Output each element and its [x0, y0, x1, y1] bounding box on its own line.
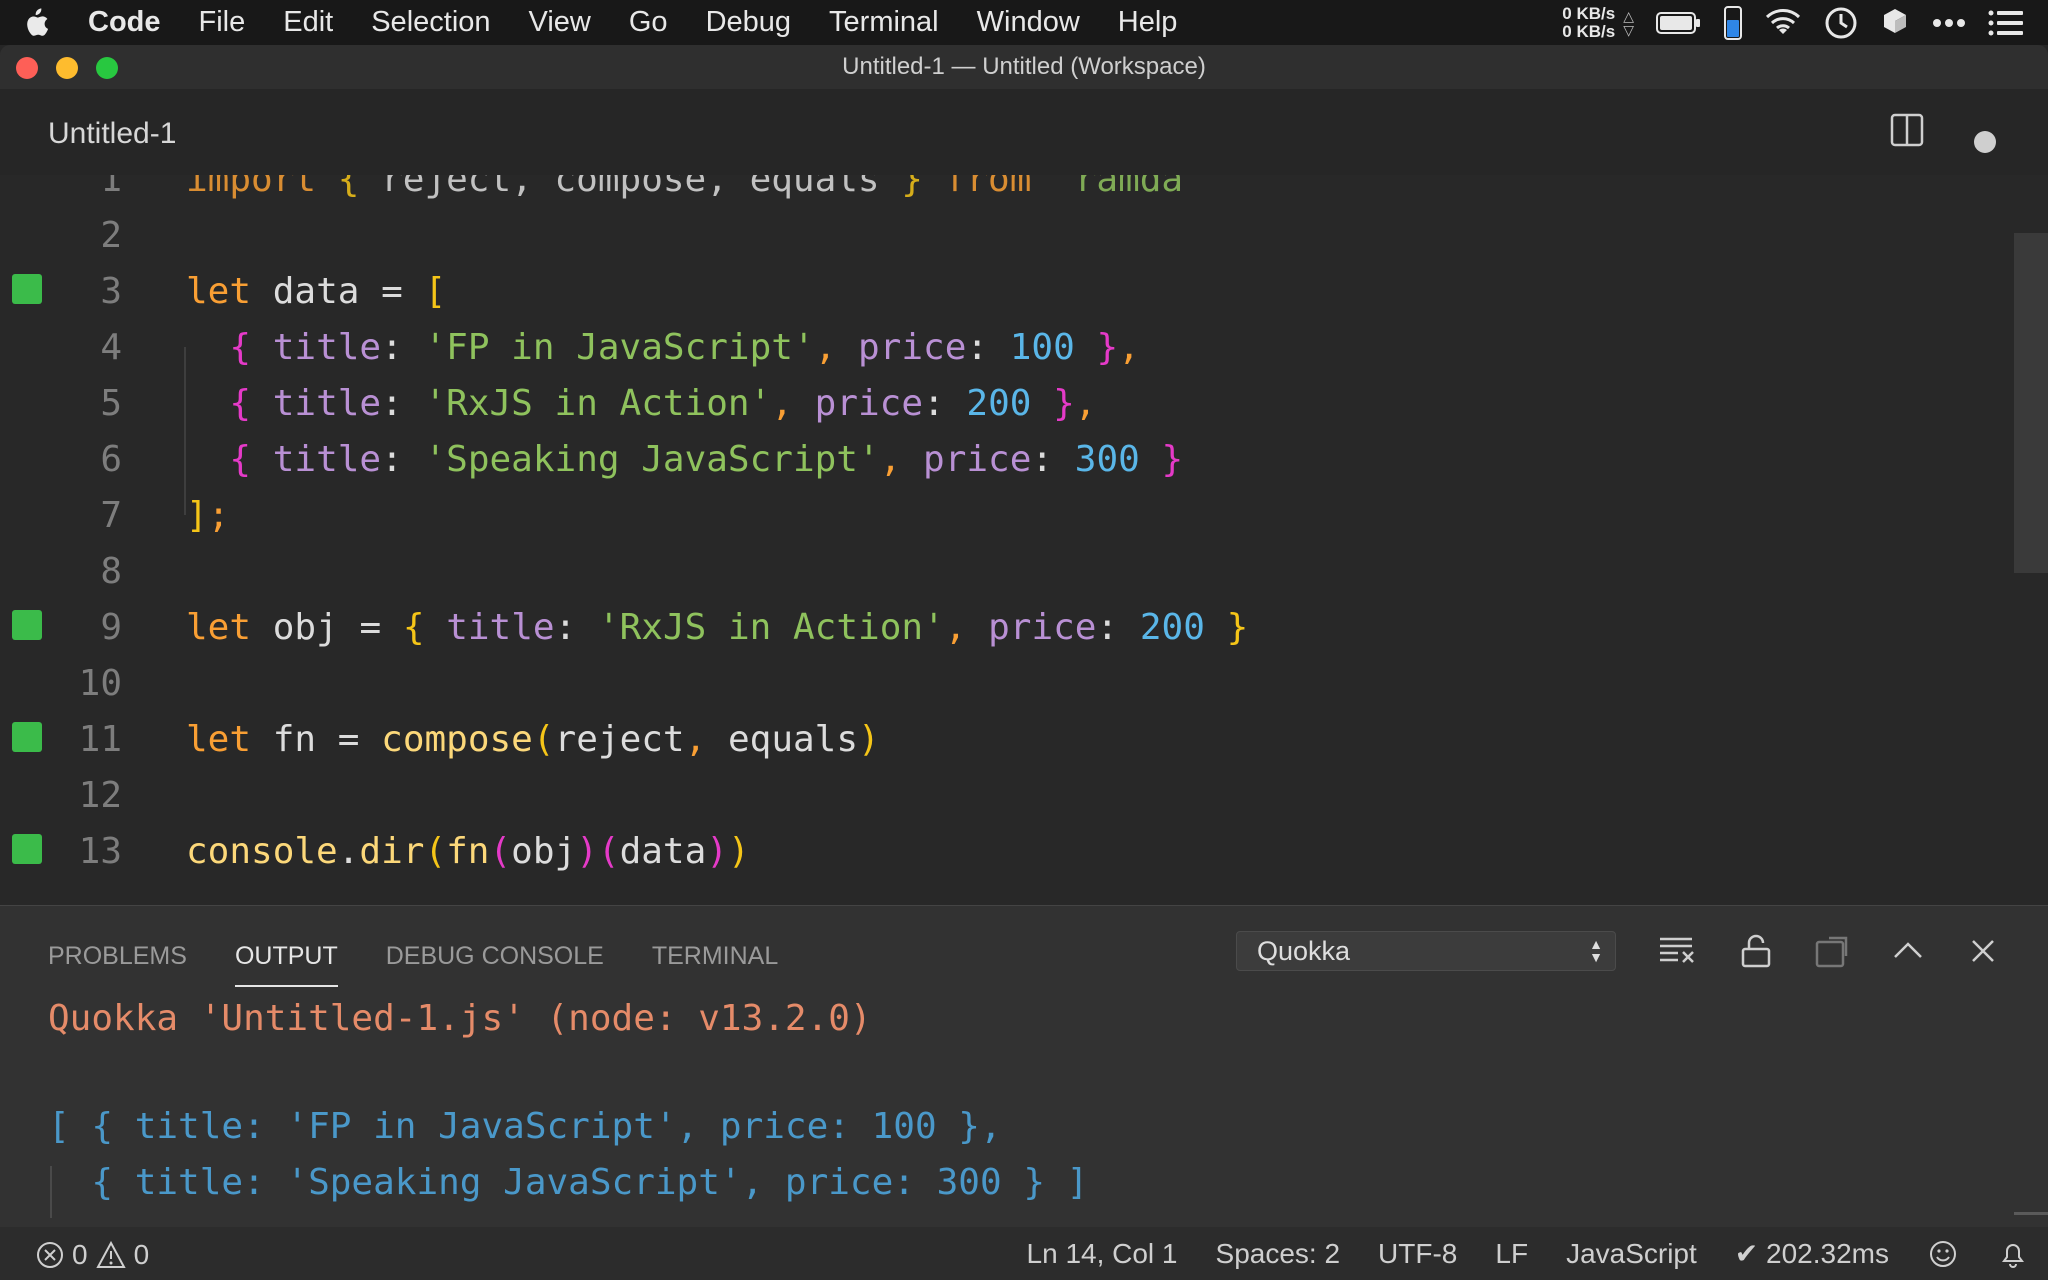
editor-tab-bar: Untitled-1: [0, 89, 2048, 176]
tab-problems[interactable]: PROBLEMS: [48, 942, 187, 987]
menu-window[interactable]: Window: [958, 6, 1099, 39]
error-count: 0: [72, 1239, 88, 1270]
code-line-10: 10: [78, 663, 122, 704]
error-icon: [37, 1242, 63, 1268]
warning-icon: [95, 1241, 126, 1268]
maximize-panel-icon[interactable]: [1892, 940, 1924, 960]
battery-icon[interactable]: [1656, 11, 1702, 35]
tab-debug-console[interactable]: DEBUG CONSOLE: [386, 942, 604, 987]
arrows-icon: △ ▽: [1623, 7, 1634, 38]
warning-count: 0: [133, 1239, 150, 1270]
quokka-output-header: Quokka 'Untitled-1.js' (node: v13.2.0): [48, 998, 872, 1039]
download-speed: 0 KB/s: [1562, 21, 1616, 41]
code-line-12: 12: [78, 775, 122, 816]
unsaved-dot-icon[interactable]: [1974, 131, 1996, 153]
menu-go[interactable]: Go: [610, 6, 687, 39]
git-added-marker[interactable]: [12, 834, 42, 864]
code-line-8: 8: [100, 551, 122, 592]
menu-view[interactable]: View: [510, 6, 610, 39]
encoding[interactable]: UTF-8: [1359, 1238, 1476, 1270]
git-added-marker[interactable]: [12, 610, 42, 640]
lock-scroll-icon[interactable]: [1740, 934, 1772, 968]
clear-output-icon[interactable]: [1658, 934, 1696, 964]
minimize-window-button[interactable]: [56, 57, 78, 79]
code-line-1: 1 import { reject, compose, equals } fro…: [100, 175, 1205, 200]
status-bar: 0 0 Ln 14, Col 1 Spaces: 2 UTF-8 LF Java…: [0, 1227, 2048, 1280]
quokka-timing[interactable]: ✔ 202.32ms: [1716, 1237, 1908, 1270]
output-channel-select[interactable]: Quokka ▲ ▼: [1236, 931, 1616, 971]
git-added-marker[interactable]: [12, 274, 42, 304]
code-line-7: 7 ];: [100, 495, 230, 536]
code-line-9: 9 let obj = { title: 'RxJS in Action', p…: [0, 595, 2000, 651]
quokka-output-line: { title: 'Speaking JavaScript', price: 3…: [48, 1162, 1089, 1203]
cursor-position[interactable]: Ln 14, Col 1: [1008, 1238, 1197, 1270]
notifications-bell-icon[interactable]: [1978, 1239, 2048, 1269]
network-speed[interactable]: 0 KB/s 0 KB/s: [1562, 3, 1616, 41]
close-window-button[interactable]: [16, 57, 38, 79]
code-editor[interactable]: 1 import { reject, compose, equals } fro…: [0, 175, 2048, 905]
code-line-13: 13 console.dir(fn(obj)(data)): [0, 819, 2000, 875]
wifi-icon[interactable]: [1764, 8, 1802, 38]
menu-help[interactable]: Help: [1099, 6, 1197, 39]
code-line-4: 4 { title: 'FP in JavaScript', price: 10…: [100, 327, 1140, 368]
menu-selection[interactable]: Selection: [352, 6, 509, 39]
problems-summary[interactable]: 0 0: [36, 1239, 149, 1271]
zoom-window-button[interactable]: [96, 57, 118, 79]
code-line-3: 3 let data = [: [0, 259, 2000, 315]
language-mode[interactable]: JavaScript: [1547, 1238, 1716, 1270]
close-panel-icon[interactable]: [1970, 938, 1996, 964]
menu-terminal[interactable]: Terminal: [810, 6, 958, 39]
menu-edit[interactable]: Edit: [264, 6, 352, 39]
panel-scrollbar[interactable]: [2014, 1212, 2048, 1215]
editor-scrollbar[interactable]: [2014, 233, 2048, 573]
code-line-5: 5 { title: 'RxJS in Action', price: 200 …: [100, 383, 1097, 424]
select-arrows-icon: ▲ ▼: [1589, 936, 1603, 965]
code-line-6: 6 { title: 'Speaking JavaScript', price:…: [100, 439, 1184, 480]
feedback-smiley-icon[interactable]: [1908, 1239, 1978, 1269]
clock-icon[interactable]: [1824, 6, 1858, 40]
more-icon[interactable]: [1932, 18, 1966, 28]
status-tray: 0 KB/s 0 KB/s △ ▽: [1562, 0, 2048, 45]
quokka-output-line: [ { title: 'FP in JavaScript', price: 10…: [48, 1106, 1002, 1147]
split-editor-icon[interactable]: [1890, 113, 1924, 147]
open-log-file-icon[interactable]: [1814, 934, 1850, 968]
tab-terminal[interactable]: TERMINAL: [652, 942, 778, 987]
vscode-window: Untitled-1 — Untitled (Workspace) Untitl…: [0, 45, 2048, 1280]
git-added-marker[interactable]: [12, 722, 42, 752]
end-of-line[interactable]: LF: [1476, 1238, 1547, 1270]
window-controls: [16, 57, 118, 79]
tab-untitled-1[interactable]: Untitled-1: [48, 117, 176, 151]
window-title: Untitled-1 — Untitled (Workspace): [842, 53, 1206, 80]
upload-speed: 0 KB/s: [1562, 3, 1616, 23]
status-right: Ln 14, Col 1 Spaces: 2 UTF-8 LF JavaScri…: [1008, 1227, 2048, 1280]
indentation[interactable]: Spaces: 2: [1197, 1238, 1360, 1270]
apple-icon[interactable]: [0, 7, 70, 39]
menu-debug[interactable]: Debug: [687, 6, 810, 39]
notification-center-icon[interactable]: [1988, 10, 2024, 36]
bottom-panel: PROBLEMS OUTPUT DEBUG CONSOLE TERMINAL Q…: [0, 905, 2048, 1273]
menu-file[interactable]: File: [180, 6, 265, 39]
menu-app-code[interactable]: Code: [70, 6, 180, 39]
tab-output[interactable]: OUTPUT: [234, 942, 338, 987]
title-bar: Untitled-1 — Untitled (Workspace): [0, 45, 2048, 89]
code-line-2: 2: [100, 215, 122, 256]
panel-tabs: PROBLEMS OUTPUT DEBUG CONSOLE TERMINAL: [48, 942, 778, 987]
macos-menubar: Code File Edit Selection View Go Debug T…: [0, 0, 2048, 45]
dropbox-icon[interactable]: [1880, 7, 1910, 39]
code-line-11: 11 let fn = compose(reject, equals): [0, 707, 2000, 763]
output-channel-value: Quokka: [1257, 935, 1351, 966]
phone-battery-icon[interactable]: [1724, 5, 1742, 40]
